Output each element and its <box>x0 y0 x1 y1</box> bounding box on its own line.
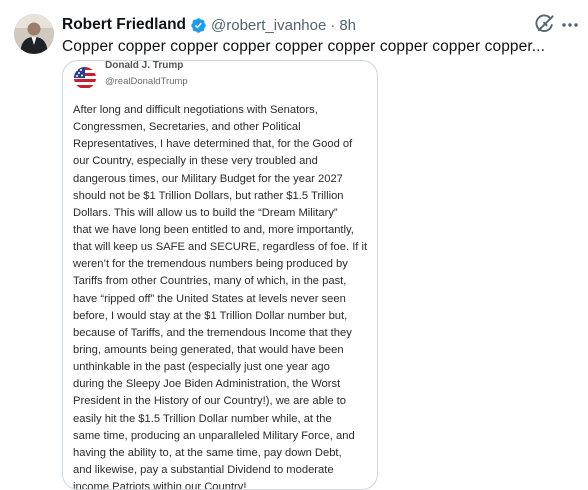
grok-icon[interactable] <box>533 14 555 36</box>
verified-badge-icon <box>190 17 207 34</box>
post-line: that will keep us SAFE and SECURE, regar… <box>73 241 368 254</box>
display-name[interactable]: Robert Friedland <box>62 16 186 34</box>
flag-avatar-icon <box>74 67 96 89</box>
tweet[interactable]: Robert Friedland @robert_ivanhoe · 8h Co… <box>0 0 588 490</box>
embedded-author-name: Donald J. Trump <box>105 60 184 71</box>
avatar[interactable] <box>14 14 54 54</box>
post-line: President in the History of our Country!… <box>73 395 346 408</box>
post-line: weren’t for the tremendous numbers being… <box>73 258 348 271</box>
post-line: Congressmen, Secretaries, and other Poli… <box>73 121 301 134</box>
separator-dot: · <box>330 16 336 34</box>
post-line: After long and difficult negotiations wi… <box>73 104 318 116</box>
embedded-post-header: Donald J. Trump @realDonaldTrump <box>71 60 361 93</box>
post-line: same time, producing an unparalleled Mil… <box>73 429 355 442</box>
post-line: that we have long been entitled to and, … <box>73 223 354 236</box>
embedded-post-image[interactable]: Donald J. Trump @realDonaldTrump After l… <box>62 60 378 490</box>
tweet-text: Copper copper copper copper copper coppe… <box>62 38 545 55</box>
post-line: Representatives, I have determined that,… <box>73 138 353 151</box>
post-line: Dollars. This will allow us to build the… <box>73 206 338 219</box>
handle[interactable]: @robert_ivanhoe <box>211 17 326 34</box>
embedded-author-handle: @realDonaldTrump <box>105 76 188 87</box>
post-line: our Country, especially in these very tr… <box>73 155 318 168</box>
post-line: have “ripped off” the United States at l… <box>73 292 346 305</box>
timestamp[interactable]: 8h <box>339 17 356 34</box>
post-line: income Patriots within our Country! <box>73 481 247 490</box>
post-line: easily hit the $1.5 Trillion Dollar numb… <box>73 412 332 425</box>
post-line: during the Sleepy Joe Biden Administrati… <box>73 378 341 391</box>
post-line: should not be $1 Trillion Dollars, but r… <box>73 189 344 202</box>
post-line: and likewise, pay a substantial Dividend… <box>73 463 334 476</box>
post-line: unthinkable in the past (especially just… <box>73 361 330 374</box>
tweet-header: Robert Friedland @robert_ivanhoe · 8h <box>62 15 356 35</box>
post-line: bring, amounts being generated, that wou… <box>73 343 344 356</box>
embedded-post-body: After long and difficult negotiations wi… <box>73 102 369 490</box>
more-options-icon[interactable] <box>560 14 580 36</box>
post-line: before, I would stay at the $1 Trillion … <box>73 309 348 322</box>
avatar-image <box>14 14 54 54</box>
post-line: having the ability to, at the same time,… <box>73 446 342 459</box>
post-line: Tariffs from other Countries, many of wh… <box>73 275 347 288</box>
post-line: dangerous times, our Military Budget for… <box>73 172 343 185</box>
post-line: because of Tariffs, and the tremendous I… <box>73 326 352 339</box>
